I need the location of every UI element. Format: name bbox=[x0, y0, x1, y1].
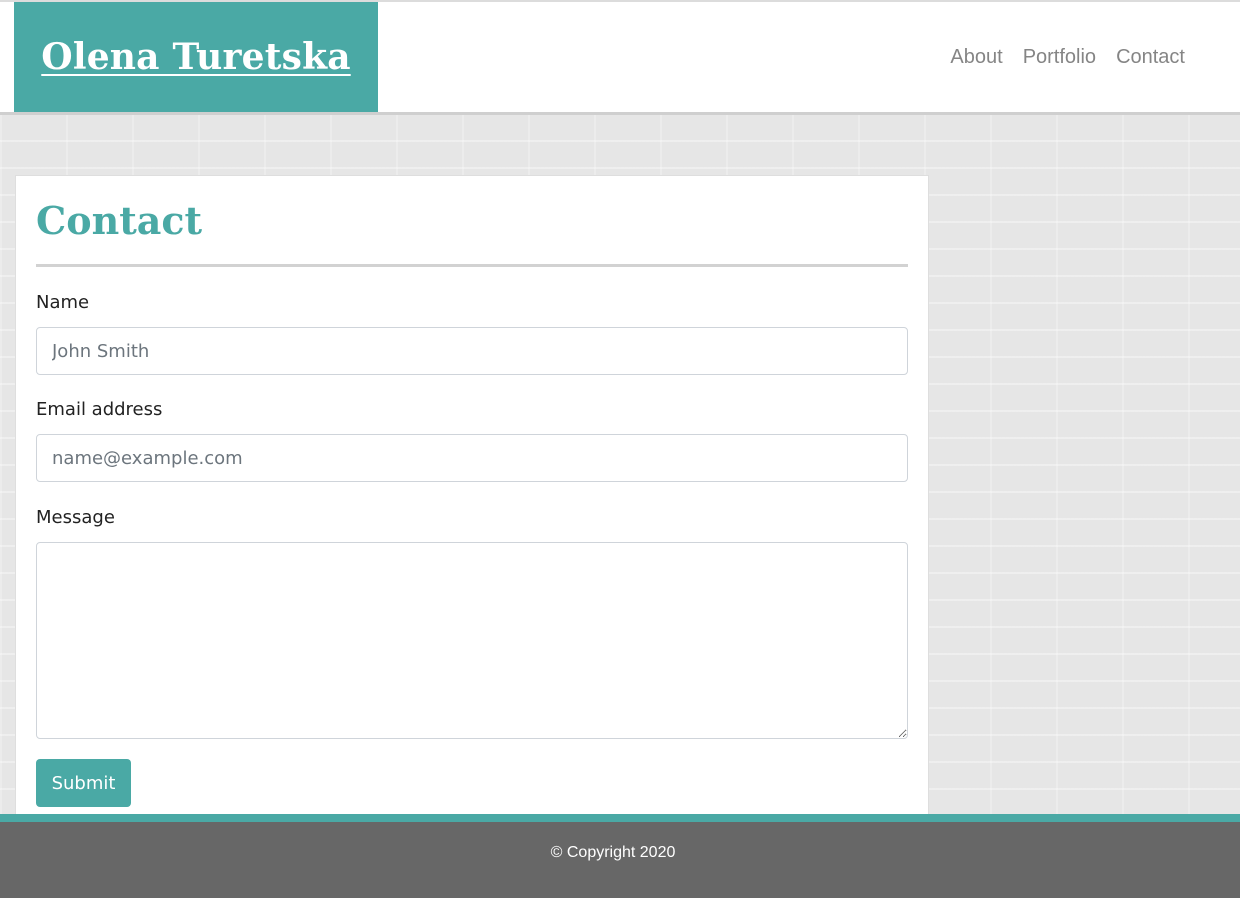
message-label: Message bbox=[36, 507, 115, 528]
header-divider bbox=[0, 112, 1240, 115]
brand-block: Olena Turetska bbox=[14, 2, 378, 112]
message-textarea[interactable] bbox=[36, 542, 908, 739]
contact-card: Contact Name Email address Message Submi… bbox=[15, 175, 929, 820]
site-footer: © Copyright 2020 bbox=[0, 822, 1240, 898]
email-label: Email address bbox=[36, 399, 163, 420]
site-header: Olena Turetska About Portfolio Contact bbox=[0, 2, 1240, 112]
email-input[interactable] bbox=[36, 434, 908, 482]
name-label: Name bbox=[36, 292, 90, 313]
submit-button[interactable]: Submit bbox=[36, 759, 131, 807]
brand-link[interactable]: Olena Turetska bbox=[41, 36, 350, 78]
nav-about[interactable]: About bbox=[950, 46, 1002, 69]
nav-contact[interactable]: Contact bbox=[1116, 46, 1185, 69]
name-input[interactable] bbox=[36, 327, 908, 375]
nav-portfolio[interactable]: Portfolio bbox=[1023, 46, 1096, 69]
copyright-text: © Copyright 2020 bbox=[550, 844, 676, 861]
title-divider bbox=[36, 264, 908, 267]
page-title: Contact bbox=[36, 198, 203, 243]
footer-accent-bar bbox=[0, 814, 1240, 822]
main-nav: About Portfolio Contact bbox=[950, 2, 1185, 112]
